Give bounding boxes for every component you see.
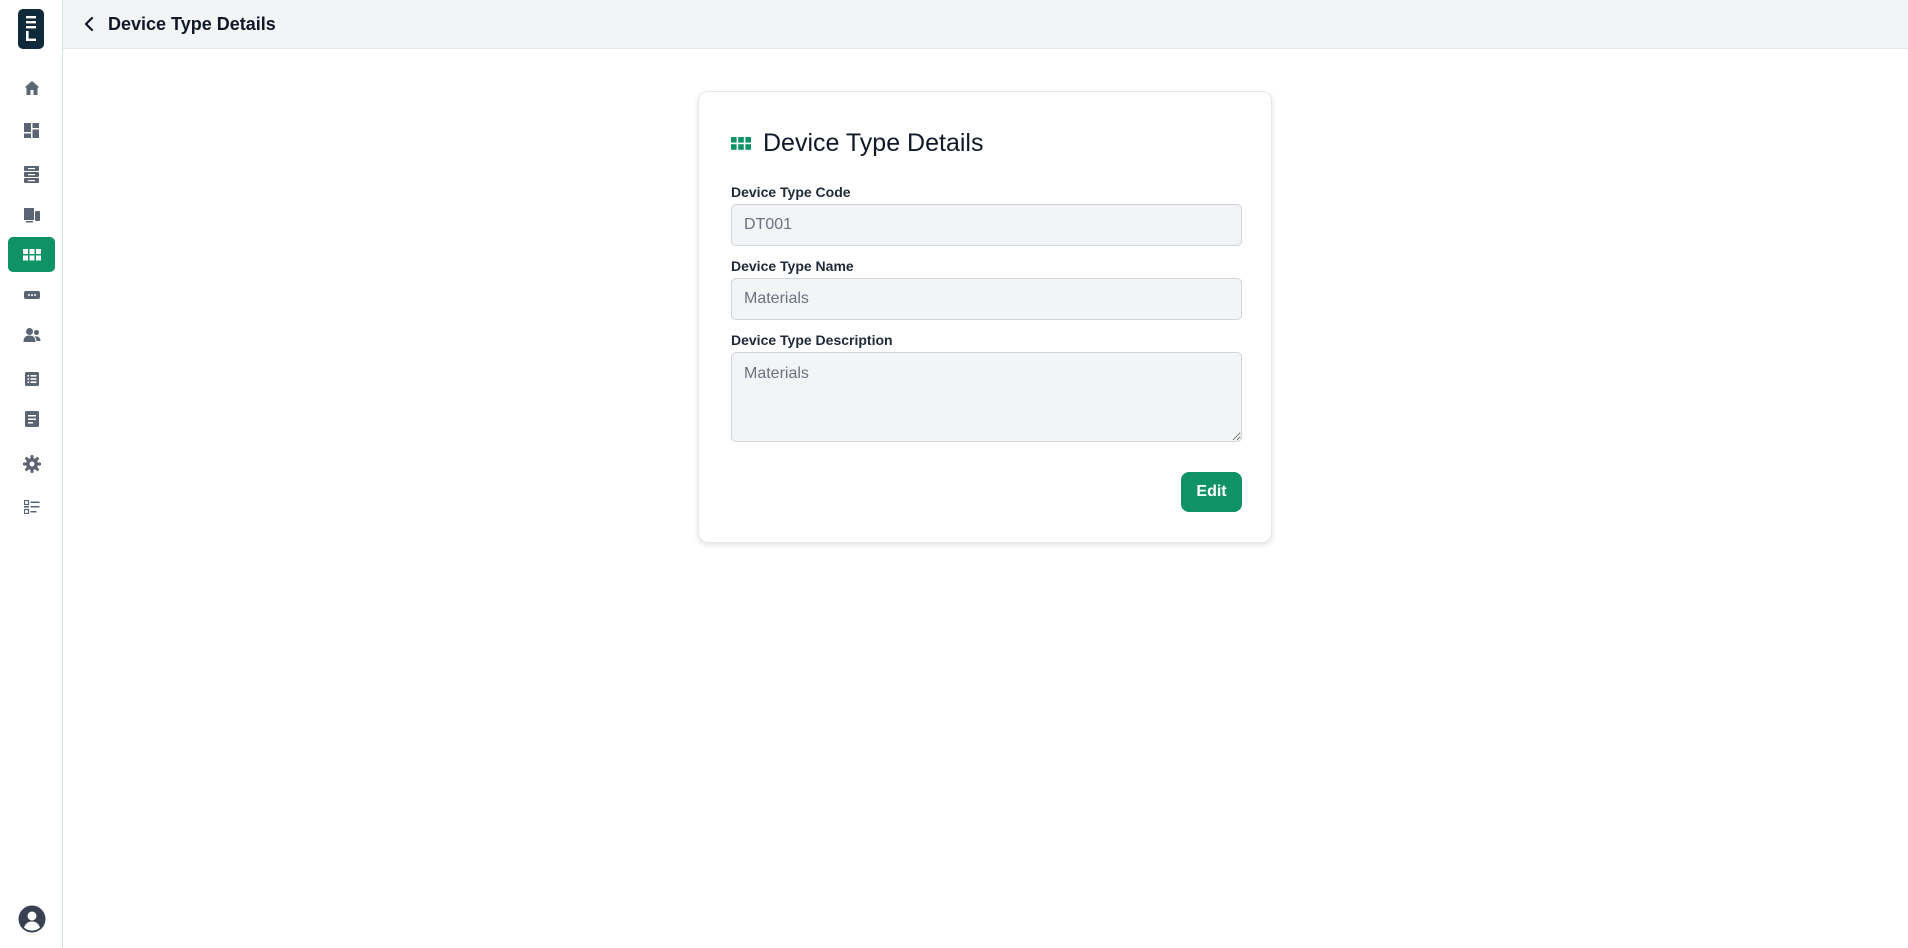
settings-icon	[22, 454, 41, 473]
document-icon	[24, 410, 39, 427]
card-icon	[23, 290, 40, 299]
card-header: Device Type Details	[731, 128, 983, 158]
device-type-details-card: Device Type Details Device Type Code Dev…	[698, 91, 1272, 543]
home-icon	[24, 80, 39, 95]
user-profile-button[interactable]	[18, 905, 46, 933]
device-type-name-label: Device Type Name	[731, 258, 854, 274]
sidebar-item-cards[interactable]	[8, 277, 55, 312]
device-type-description-label: Device Type Description	[731, 332, 893, 348]
sidebar-item-users[interactable]	[8, 317, 55, 352]
device-type-code-label: Device Type Code	[731, 184, 851, 200]
back-button[interactable]	[77, 12, 101, 36]
card-title: Device Type Details	[763, 129, 984, 157]
sidebar-item-checklist[interactable]	[8, 489, 55, 524]
user-circle-icon	[18, 905, 46, 933]
device-type-description-field[interactable]: Materials	[731, 352, 1242, 442]
device-type-code-field[interactable]	[731, 204, 1242, 246]
sidebar-item-documents[interactable]	[8, 401, 55, 436]
sidebar-item-home[interactable]	[8, 70, 55, 105]
list-icon	[24, 371, 39, 386]
dashboard-icon	[24, 123, 39, 138]
sidebar-item-devices[interactable]	[8, 197, 55, 232]
users-icon	[23, 327, 40, 342]
sidebar-item-storage[interactable]	[8, 157, 55, 192]
sidebar	[0, 0, 63, 948]
checklist-icon	[23, 499, 39, 514]
sidebar-item-settings[interactable]	[8, 446, 55, 481]
grid-icon	[22, 248, 41, 260]
sidebar-item-list[interactable]	[8, 361, 55, 396]
page-title: Device Type Details	[108, 14, 276, 34]
storage-icon	[24, 166, 39, 183]
sidebar-item-dashboard[interactable]	[8, 113, 55, 148]
devices-icon	[23, 208, 40, 223]
topbar: Device Type Details	[63, 0, 1908, 49]
edit-button[interactable]: Edit	[1181, 472, 1242, 512]
device-type-name-field[interactable]	[731, 278, 1242, 320]
grid-icon	[731, 136, 751, 150]
sidebar-item-device-types[interactable]	[8, 237, 55, 272]
chevron-left-icon	[84, 16, 94, 32]
app-logo-icon[interactable]	[18, 9, 44, 49]
